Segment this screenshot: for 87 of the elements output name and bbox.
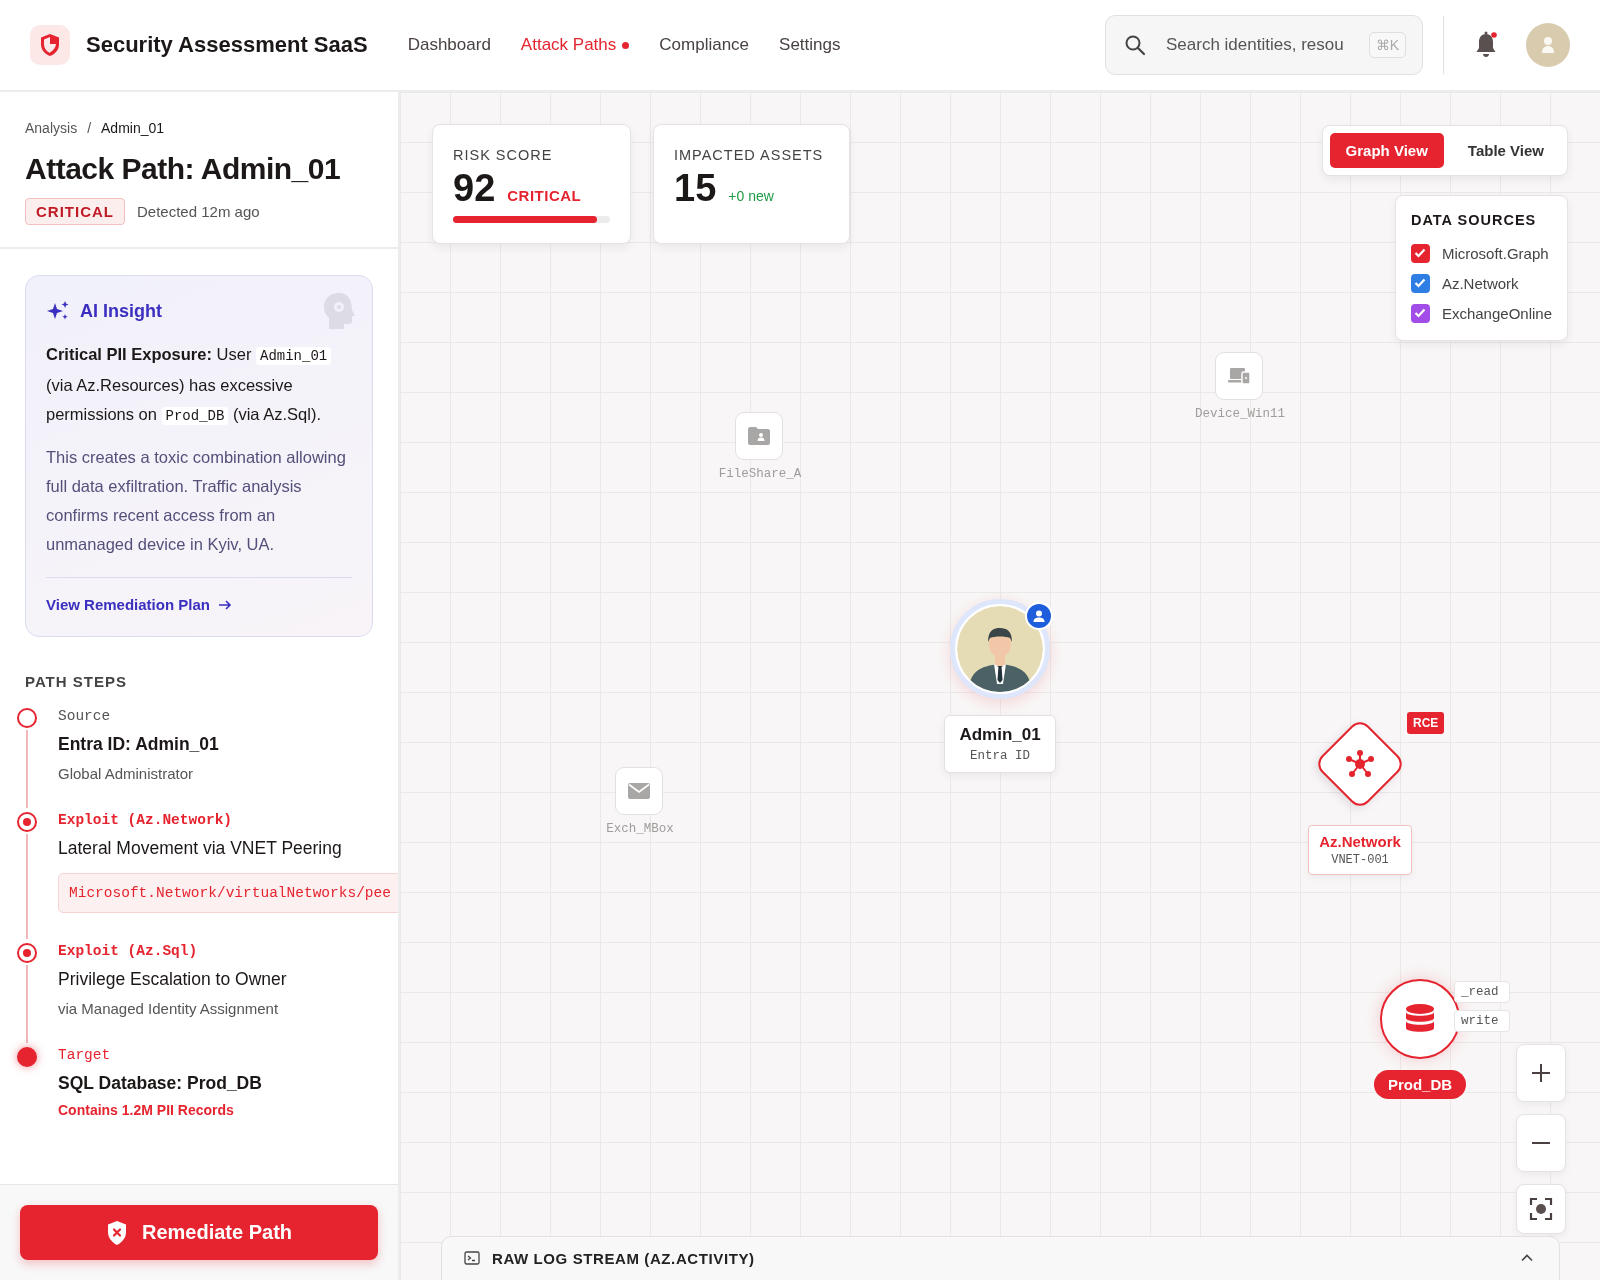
fit-view-button[interactable]	[1516, 1184, 1566, 1234]
step-note: Contains 1.2M PII Records	[58, 1102, 235, 1118]
insight-title: AI Insight	[80, 300, 162, 322]
chevron-icon[interactable]	[1521, 1254, 1533, 1262]
node-name: Az.Network	[1319, 833, 1401, 850]
log-stream-title: RAW LOG STREAM (AZ.ACTIVITY)	[492, 1249, 755, 1267]
step-title: SQL Database: Prod_DB	[58, 1073, 262, 1094]
person-figure-icon	[957, 606, 1043, 692]
terminal-icon	[464, 1251, 480, 1265]
minus-icon	[1532, 1142, 1550, 1144]
node-type: Entra ID	[970, 749, 1030, 763]
plus-icon	[1530, 1062, 1552, 1084]
shortcut-hint: ⌘K	[1368, 32, 1406, 58]
folder-icon	[747, 426, 771, 446]
edge-label: write	[1454, 1010, 1510, 1032]
search-field[interactable]: Search identities, resou	[1164, 34, 1351, 56]
zoom-in-button[interactable]	[1516, 1044, 1566, 1102]
shield-x-icon	[105, 1219, 128, 1246]
step-label: Exploit (Az.Network)	[58, 812, 234, 828]
node-label: Exch_MBox	[605, 822, 675, 836]
detected-time: Detected 12m ago	[137, 203, 260, 220]
envelope-icon	[627, 782, 651, 800]
nav-link[interactable]: Dashboard	[407, 35, 491, 55]
stat-label: IMPACTED ASSETS	[674, 147, 825, 163]
check-icon	[1414, 278, 1427, 288]
hub-icon	[1343, 749, 1377, 779]
database-node[interactable]	[1380, 979, 1460, 1059]
edge-label: _read	[1454, 981, 1510, 1003]
resource-path: Microsoft.Network/virtualNetworks/pee	[58, 873, 398, 913]
step-title: Lateral Movement via VNET Peering	[58, 838, 343, 859]
checkbox[interactable]	[1410, 303, 1430, 323]
step-label: Target	[58, 1047, 112, 1063]
source-label: Az.Network	[1441, 274, 1519, 292]
insight-detail: This creates a toxic combination allowing full data exfiltration. Traffic analysis confirms recent access from an unmanaged device in Kyiv, UA.	[46, 447, 347, 555]
asset-node[interactable]	[1215, 352, 1263, 400]
node-name: Admin_01	[959, 725, 1041, 745]
arrow-right-icon	[217, 598, 232, 611]
node-type: VNET-001	[1331, 853, 1389, 867]
user-badge-icon	[1025, 602, 1053, 630]
nav-link[interactable]: Compliance	[659, 35, 750, 55]
check-icon	[1414, 248, 1427, 258]
search-icon	[1124, 34, 1146, 56]
log-stream-bar[interactable]: RAW LOG STREAM (AZ.ACTIVITY)	[441, 1236, 1560, 1280]
checkbox[interactable]	[1410, 243, 1430, 263]
head-gear-icon	[322, 292, 358, 330]
step-label: Source	[58, 708, 112, 724]
app-title: Security Assessment SaaS	[86, 32, 368, 58]
severity-badge: CRITICAL	[25, 198, 125, 225]
step-label: Exploit (Az.Sql)	[58, 943, 199, 959]
asset-node[interactable]	[735, 412, 783, 460]
stat-tag: CRITICAL	[507, 187, 582, 204]
insight-summary: Critical PII Exposure: User Admin_01 (via Az.Resources) has excessive permissions on Prod_DB (via Az.Sql).	[46, 340, 352, 431]
page-title: Attack Path: Admin_01	[25, 152, 342, 186]
breadcrumb-separator: /	[87, 120, 92, 136]
stat-value: 92	[453, 167, 496, 210]
source-label: ExchangeOnline	[1441, 304, 1552, 322]
notification-bell-icon[interactable]	[1474, 31, 1498, 59]
node-label: FileShare_A	[717, 467, 803, 481]
node-name-pill: Prod_DB	[1373, 1070, 1467, 1099]
step-title: Entra ID: Admin_01	[58, 734, 219, 755]
focus-icon	[1529, 1197, 1553, 1221]
view-tab[interactable]: Table View	[1451, 133, 1560, 168]
panel-title: DATA SOURCES	[1410, 212, 1538, 228]
exploit-badge: RCE	[1407, 712, 1445, 734]
nav-link[interactable]: Attack Paths	[520, 35, 630, 55]
checkbox[interactable]	[1410, 273, 1430, 293]
asset-node[interactable]	[615, 767, 663, 815]
stat-label: RISK SCORE	[453, 147, 554, 163]
section-heading: PATH STEPS	[25, 673, 128, 690]
step-title: Privilege Escalation to Owner	[58, 969, 287, 990]
breadcrumb-current: Admin_01	[101, 120, 165, 136]
step-subtitle: via Managed Identity Assignment	[58, 1000, 280, 1017]
step-subtitle: Global Administrator	[58, 765, 195, 782]
identity-node[interactable]	[950, 599, 1050, 699]
shield-logo-icon	[30, 25, 70, 65]
view-tab[interactable]: Graph View	[1329, 133, 1444, 168]
remediate-button[interactable]: Remediate Path	[20, 1205, 378, 1260]
remediation-plan-link[interactable]: View Remediation Plan	[46, 596, 232, 613]
database-icon	[1404, 1003, 1436, 1035]
source-label: Microsoft.Graph	[1441, 244, 1549, 262]
stat-value: 15	[674, 167, 717, 210]
nav-link[interactable]: Settings	[779, 35, 841, 55]
stat-tag: +0 new	[728, 188, 774, 204]
breadcrumb-link[interactable]: Analysis	[25, 120, 78, 136]
devices-icon	[1227, 366, 1251, 386]
node-label: Device_Win11	[1194, 407, 1286, 421]
check-icon	[1414, 308, 1427, 318]
